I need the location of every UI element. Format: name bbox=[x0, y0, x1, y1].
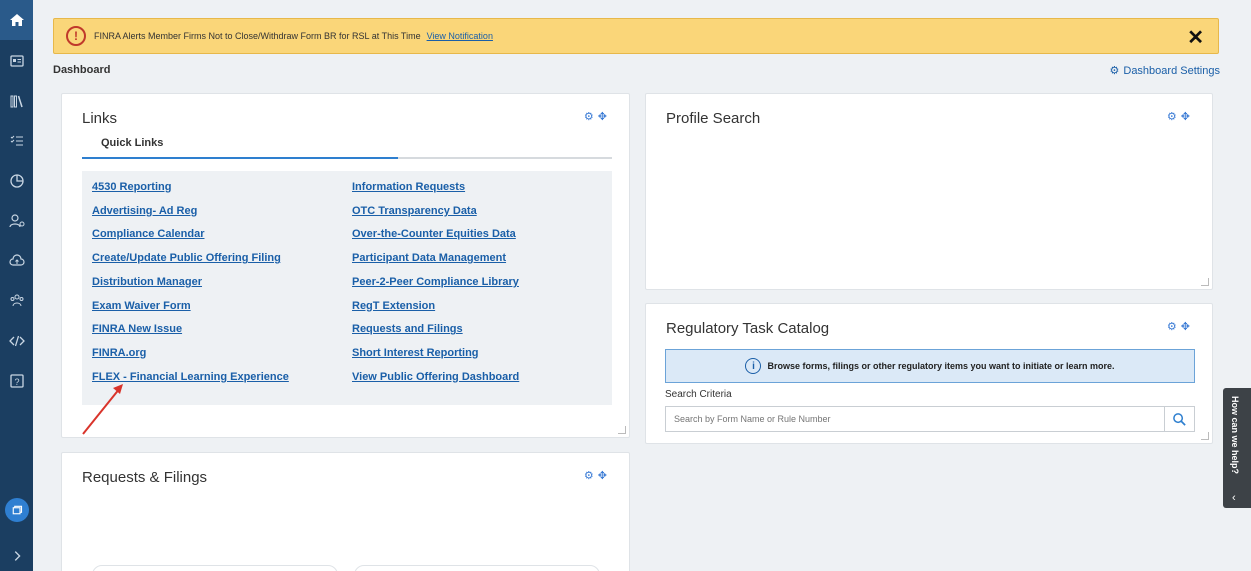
gear-icon[interactable]: ⚙ bbox=[1167, 320, 1177, 333]
svg-text:?: ? bbox=[14, 377, 19, 387]
help-label: How can we help? bbox=[1230, 396, 1240, 475]
search-icon bbox=[1173, 412, 1186, 426]
quick-link[interactable]: Short Interest Reporting bbox=[352, 347, 479, 359]
quick-link[interactable]: 4530 Reporting bbox=[92, 181, 171, 193]
move-icon[interactable]: ✥ bbox=[598, 469, 607, 482]
panel-title: Links bbox=[82, 110, 118, 127]
quick-link[interactable]: Peer-2-Peer Compliance Library bbox=[352, 276, 519, 288]
panel-tools: ⚙ ✥ bbox=[1167, 320, 1190, 333]
alert-banner: ! FINRA Alerts Member Firms Not to Close… bbox=[53, 18, 1219, 54]
info-text: Browse forms, filings or other regulator… bbox=[767, 361, 1115, 371]
gear-icon: ⚙ bbox=[1109, 65, 1120, 77]
code-icon[interactable] bbox=[0, 325, 33, 357]
panel-title: Regulatory Task Catalog bbox=[666, 320, 830, 337]
close-icon[interactable]: ✕ bbox=[1187, 25, 1204, 50]
resize-handle[interactable] bbox=[618, 426, 626, 434]
panel-title: Profile Search bbox=[666, 110, 761, 127]
library-icon[interactable] bbox=[0, 85, 33, 117]
profile-search-panel: Profile Search ⚙ ✥ bbox=[645, 93, 1213, 290]
annotation-arrow bbox=[82, 384, 123, 435]
gear-icon[interactable]: ⚙ bbox=[584, 110, 594, 123]
group-icon[interactable] bbox=[0, 285, 33, 317]
search-label: Search Criteria bbox=[665, 389, 732, 400]
user-settings-icon[interactable] bbox=[0, 205, 33, 237]
search-input[interactable] bbox=[666, 407, 1164, 431]
move-icon[interactable]: ✥ bbox=[1181, 320, 1190, 333]
requests-filings-panel: Requests & Filings ⚙ ✥ bbox=[61, 452, 630, 571]
help-tab[interactable]: How can we help? ‹ bbox=[1223, 388, 1251, 508]
quick-link[interactable]: View Public Offering Dashboard bbox=[352, 371, 519, 383]
sidebar: ? bbox=[0, 0, 33, 571]
quick-link[interactable]: Exam Waiver Form bbox=[92, 300, 191, 312]
page-title: Dashboard bbox=[53, 64, 111, 76]
quick-link[interactable]: OTC Transparency Data bbox=[352, 205, 477, 217]
resize-handle[interactable] bbox=[1201, 432, 1209, 440]
windows-icon[interactable] bbox=[5, 498, 29, 522]
home-icon[interactable] bbox=[0, 0, 33, 40]
search-button[interactable] bbox=[1164, 407, 1194, 431]
gear-icon[interactable]: ⚙ bbox=[584, 469, 594, 482]
cloud-upload-icon[interactable] bbox=[0, 245, 33, 277]
filter-pill[interactable] bbox=[354, 565, 600, 571]
quick-link[interactable]: FINRA.org bbox=[92, 347, 146, 359]
tab-indicator bbox=[82, 157, 398, 159]
info-icon: i bbox=[745, 358, 762, 374]
move-icon[interactable]: ✥ bbox=[1181, 110, 1190, 123]
quick-link[interactable]: Information Requests bbox=[352, 181, 465, 193]
quick-link[interactable]: Distribution Manager bbox=[92, 276, 202, 288]
help-box-icon[interactable]: ? bbox=[0, 365, 33, 397]
view-notification-link[interactable]: View Notification bbox=[427, 31, 493, 41]
filter-pill[interactable] bbox=[92, 565, 338, 571]
panel-tools: ⚙ ✥ bbox=[584, 469, 607, 482]
chart-icon[interactable] bbox=[0, 165, 33, 197]
resize-handle[interactable] bbox=[1201, 278, 1209, 286]
id-card-icon[interactable] bbox=[0, 45, 33, 77]
gear-icon[interactable]: ⚙ bbox=[1167, 110, 1177, 123]
search-field bbox=[665, 406, 1195, 432]
alert-text: FINRA Alerts Member Firms Not to Close/W… bbox=[94, 31, 421, 41]
quick-link[interactable]: Participant Data Management bbox=[352, 252, 506, 264]
dashboard-settings-link[interactable]: ⚙ Dashboard Settings bbox=[1109, 64, 1221, 78]
panel-title: Requests & Filings bbox=[82, 469, 208, 486]
quick-link[interactable]: Create/Update Public Offering Filing bbox=[92, 252, 281, 264]
quick-link[interactable]: Advertising- Ad Reg bbox=[92, 205, 197, 217]
quick-link[interactable]: Compliance Calendar bbox=[92, 228, 204, 240]
info-box: i Browse forms, filings or other regulat… bbox=[665, 349, 1195, 383]
tab-bar bbox=[82, 157, 612, 159]
dashboard-settings-label: Dashboard Settings bbox=[1123, 64, 1220, 77]
quick-link[interactable]: Over-the-Counter Equities Data bbox=[352, 228, 516, 240]
tab-quick-links[interactable]: Quick Links bbox=[101, 137, 163, 149]
chevron-right-icon[interactable] bbox=[0, 540, 33, 571]
quick-link[interactable]: FINRA New Issue bbox=[92, 323, 182, 335]
links-list: 4530 Reporting Advertising- Ad Reg Complia… bbox=[82, 171, 612, 405]
chevron-left-icon: ‹ bbox=[1232, 492, 1236, 504]
panel-tools: ⚙ ✥ bbox=[1167, 110, 1190, 123]
quick-link[interactable]: Requests and Filings bbox=[352, 323, 463, 335]
quick-link[interactable]: RegT Extension bbox=[352, 300, 435, 312]
move-icon[interactable]: ✥ bbox=[598, 110, 607, 123]
alert-icon: ! bbox=[66, 26, 86, 46]
checklist-icon[interactable] bbox=[0, 125, 33, 157]
panel-tools: ⚙ ✥ bbox=[584, 110, 607, 123]
regulatory-task-catalog-panel: Regulatory Task Catalog ⚙ ✥ i Browse for… bbox=[645, 303, 1213, 444]
